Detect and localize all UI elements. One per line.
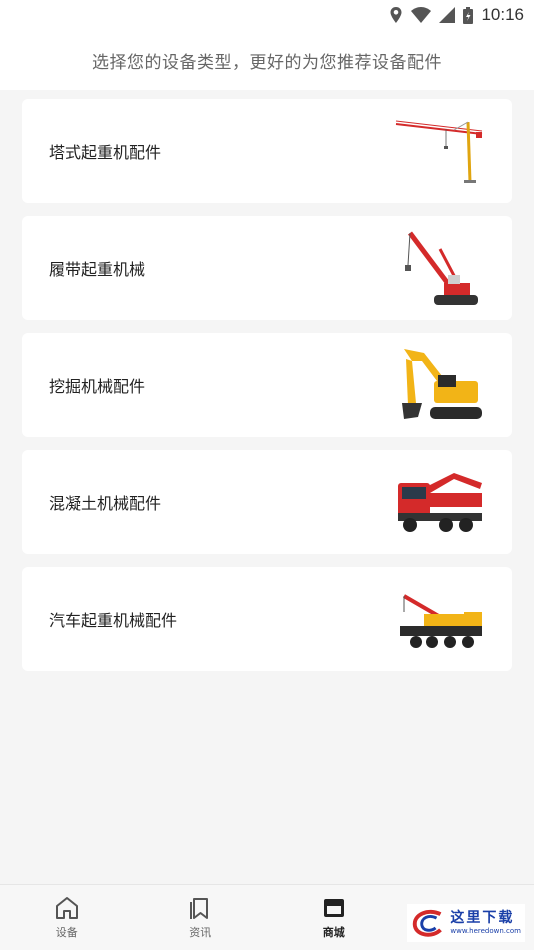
concrete-pump-truck-image (394, 462, 486, 542)
bookmark-icon (190, 898, 209, 919)
wifi-icon (411, 7, 432, 23)
category-card-concrete-machinery[interactable]: 混凝土机械配件 (22, 450, 512, 554)
home-icon (55, 897, 78, 919)
battery-icon (463, 6, 474, 24)
page-header: 选择您的设备类型，更好的为您推荐设备配件 (0, 30, 534, 90)
tab-store[interactable]: 商城 (267, 885, 401, 950)
watermark-logo: 这里下载 www.heredown.com (407, 904, 525, 942)
category-label: 混凝土机械配件 (49, 494, 162, 513)
tab-news[interactable]: 资讯 (134, 885, 268, 950)
store-icon (323, 899, 344, 917)
status-bar: 10:16 (0, 0, 534, 30)
crawler-crane-image (394, 228, 486, 308)
category-card-excavator[interactable]: 挖掘机械配件 (22, 333, 512, 437)
page-subtitle: 选择您的设备类型，更好的为您推荐设备配件 (92, 52, 442, 73)
category-list: 塔式起重机配件 履带起重机械 挖掘机械配件 混凝土机械配件 汽车起重机械配件 (22, 99, 512, 684)
tower-crane-image (394, 111, 486, 191)
tab-label: 商城 (322, 926, 345, 939)
category-label: 汽车起重机械配件 (49, 611, 178, 630)
watermark-text: 这里下载 (450, 910, 515, 926)
tab-label: 设备 (55, 926, 78, 939)
excavator-image (394, 345, 486, 425)
location-icon (390, 7, 402, 23)
category-card-crawler-crane[interactable]: 履带起重机械 (22, 216, 512, 320)
tab-devices[interactable]: 设备 (0, 885, 134, 950)
status-time: 10:16 (481, 5, 524, 24)
category-label: 履带起重机械 (49, 260, 146, 279)
watermark-swirl-icon (412, 909, 442, 937)
watermark-url: www.heredown.com (450, 927, 521, 935)
truck-crane-image (394, 579, 486, 659)
category-card-tower-crane[interactable]: 塔式起重机配件 (22, 99, 512, 203)
category-label: 塔式起重机配件 (49, 143, 162, 162)
cell-signal-icon (439, 7, 456, 23)
category-card-truck-crane[interactable]: 汽车起重机械配件 (22, 567, 512, 671)
category-label: 挖掘机械配件 (49, 377, 146, 396)
tab-label: 资讯 (189, 926, 212, 939)
